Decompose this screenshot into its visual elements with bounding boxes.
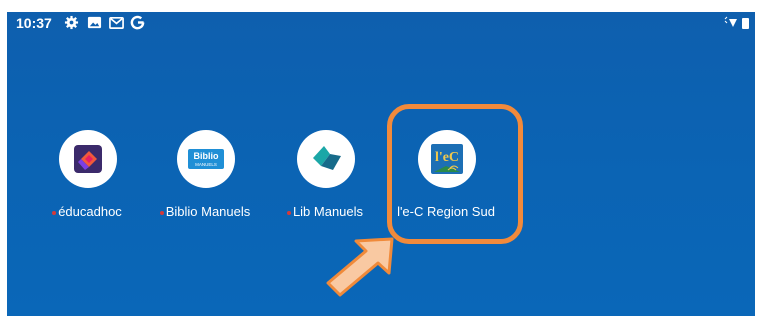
- battery-icon: [742, 18, 749, 29]
- pointer-arrow-icon: [326, 237, 394, 297]
- biblio-manuels-logo-icon: Biblio MANUELS: [188, 149, 224, 169]
- app-label-text: Biblio Manuels: [165, 204, 251, 219]
- gmail-icon: [109, 16, 124, 29]
- educadhoc-logo-icon: [74, 145, 102, 173]
- gear-icon: [64, 15, 79, 30]
- logo-text: Biblio: [194, 151, 219, 161]
- lib-manuels-logo-icon: [313, 146, 341, 170]
- logo-subtext: MANUELS: [195, 162, 217, 167]
- app-label: Lib Manuels: [255, 204, 395, 219]
- app-label-text: Lib Manuels: [292, 204, 364, 219]
- new-badge-dot: [286, 210, 291, 215]
- wifi-icon: [724, 16, 749, 29]
- new-badge-dot: [159, 210, 164, 215]
- app-icon-background: [59, 130, 117, 188]
- image-icon: [87, 16, 102, 29]
- new-badge-dot: [52, 210, 57, 215]
- app-icon-background: [297, 130, 355, 188]
- status-bar: 10:37: [7, 12, 755, 34]
- app-biblio-manuels[interactable]: Biblio MANUELS Biblio Manuels: [135, 130, 275, 230]
- app-icon-background: Biblio MANUELS: [177, 130, 235, 188]
- app-label: Biblio Manuels: [135, 204, 275, 219]
- app-label-text: éducadhoc: [58, 204, 122, 219]
- google-g-icon: [130, 15, 145, 30]
- status-time: 10:37: [16, 15, 52, 31]
- highlight-frame: [387, 104, 523, 244]
- app-lib-manuels[interactable]: Lib Manuels: [255, 130, 395, 230]
